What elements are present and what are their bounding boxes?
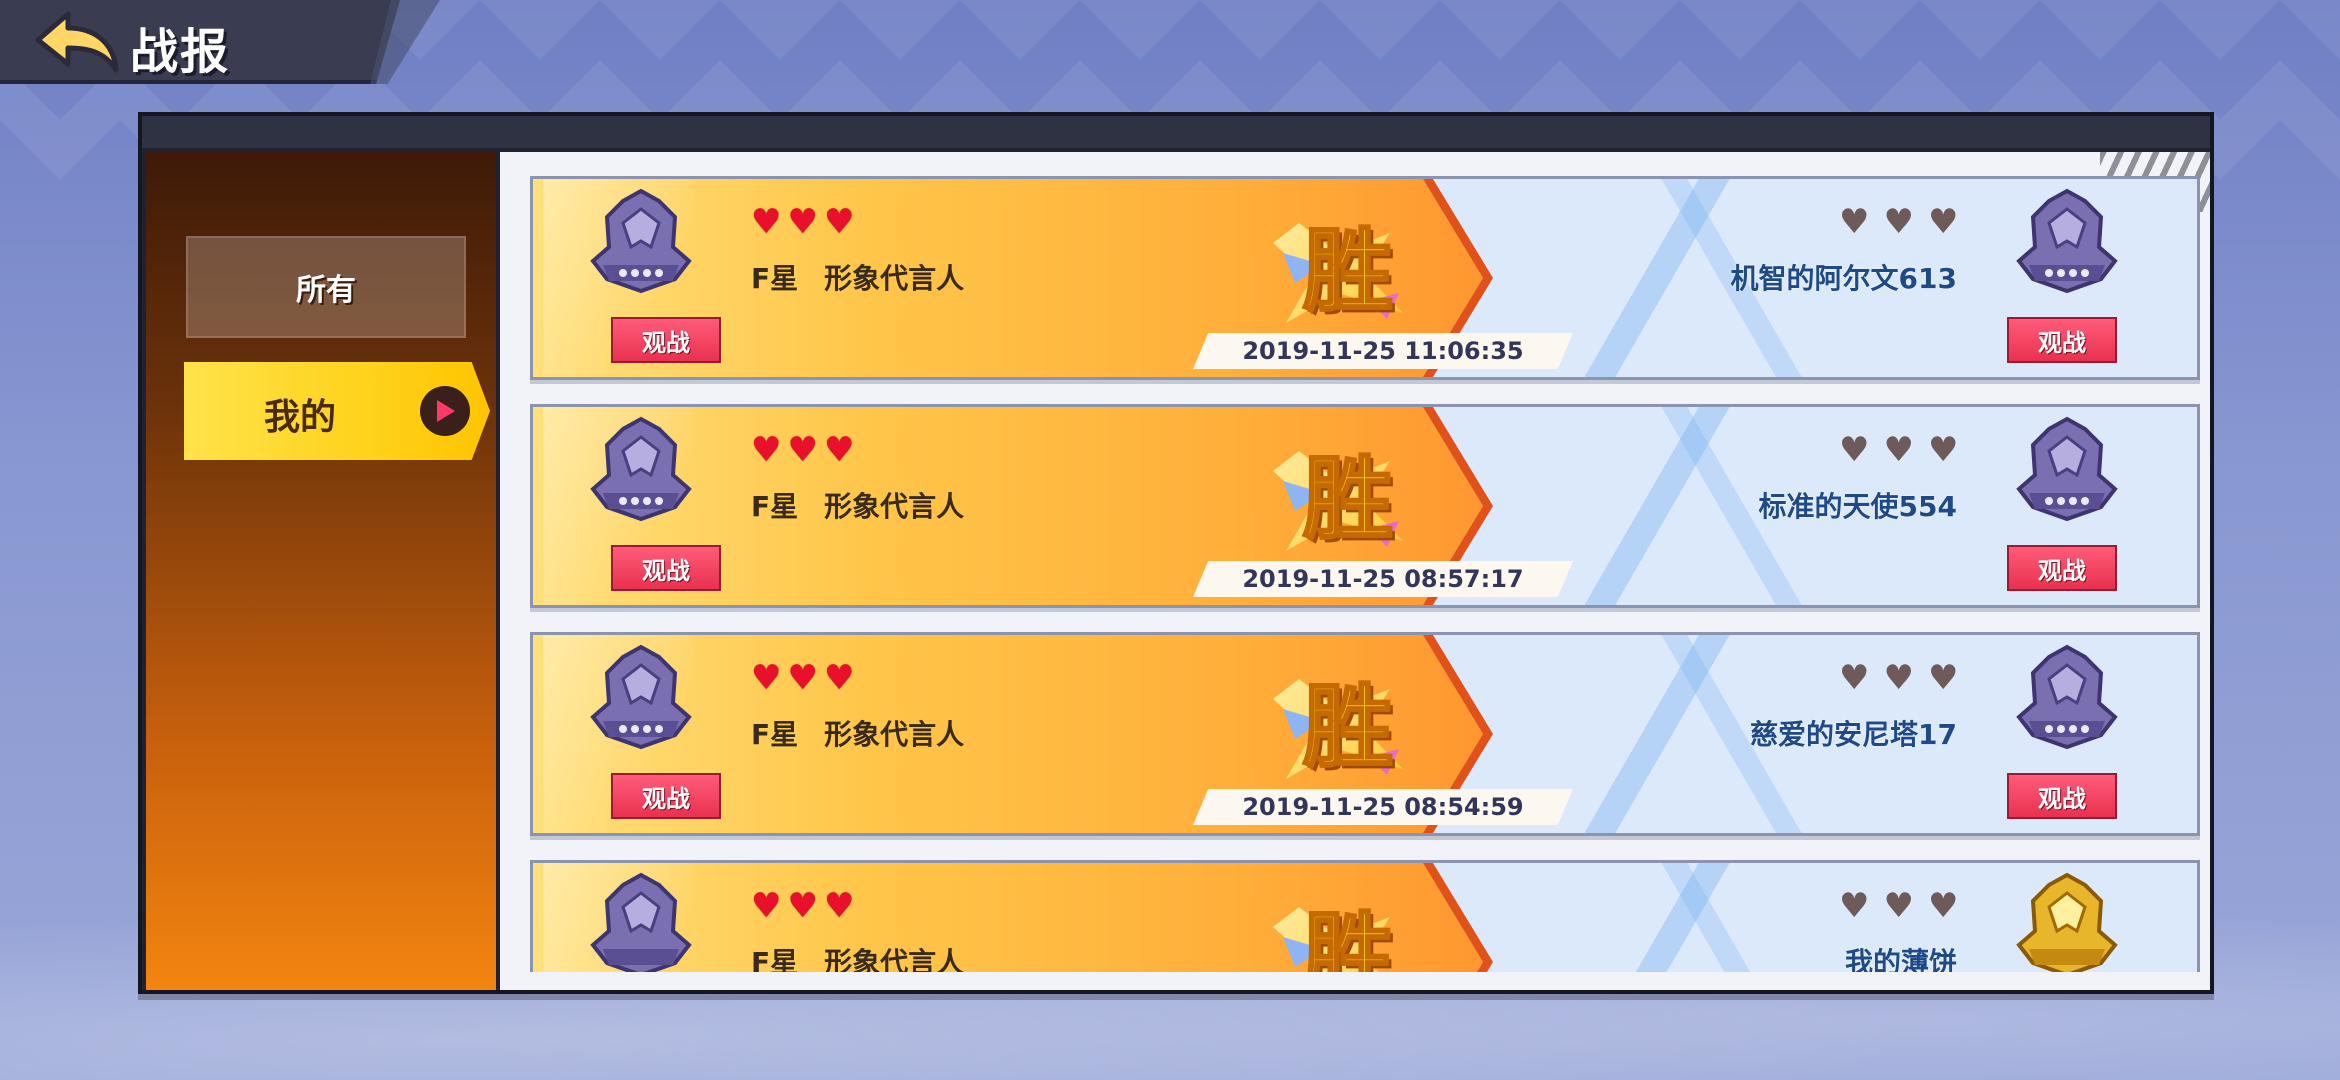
hearts-left: ♥ ♥ ♥ xyxy=(751,433,854,467)
heart-icon: ♥ xyxy=(1927,886,1959,926)
heart-icon: ♥ xyxy=(787,202,818,242)
heart-icon: ♥ xyxy=(1883,202,1914,242)
player-title: 形象代言人 xyxy=(824,262,965,295)
heart-icon: ♥ xyxy=(1883,658,1914,698)
left-player-info: F星 形象代言人 xyxy=(751,257,964,297)
tab-all-label: 所有 xyxy=(296,273,356,308)
heart-icon: ♥ xyxy=(1927,430,1959,470)
result-text: 胜 xyxy=(1302,446,1395,554)
match-datetime: 2019-11-25 08:54:59 xyxy=(1193,789,1573,825)
hearts-right: ♥ ♥ ♥ xyxy=(1839,433,1958,467)
heart-icon: ♥ xyxy=(751,658,782,698)
heart-icon: ♥ xyxy=(751,886,782,926)
panel-top-bar xyxy=(142,116,2210,148)
sidebar: 所有 我的 xyxy=(146,152,496,990)
hearts-left: ♥ ♥ ♥ xyxy=(751,889,854,923)
result-badge: 胜 xyxy=(1273,441,1403,561)
player-title: 形象代言人 xyxy=(824,718,965,751)
heart-icon: ♥ xyxy=(1839,430,1870,470)
heart-icon: ♥ xyxy=(823,658,855,698)
page-title: 战报 xyxy=(130,24,231,80)
watch-button-left[interactable]: 观战 xyxy=(611,773,721,819)
watch-button-label: 观战 xyxy=(2038,328,2086,357)
result-badge: 胜 xyxy=(1273,669,1403,789)
purple-shield-emblem-icon xyxy=(2015,415,2119,525)
opponent-name: 标准的天使554 xyxy=(1758,490,1957,523)
rank-label: F星 xyxy=(751,490,799,523)
rank-label: F星 xyxy=(751,718,799,751)
purple-shield-emblem-icon xyxy=(2015,643,2119,753)
player-title: 形象代言人 xyxy=(824,490,965,523)
record-row: ♥ ♥ ♥ F星 形象代言人 观战 胜 2019-11-25 08:54:59 ♥… xyxy=(530,632,2200,836)
hearts-right: ♥ ♥ ♥ xyxy=(1839,205,1958,239)
watch-button-label: 观战 xyxy=(2038,784,2086,813)
gold-shield-emblem-icon xyxy=(2015,871,2119,981)
result-text: 胜 xyxy=(1302,674,1395,782)
watch-button-left[interactable]: 观战 xyxy=(611,545,721,591)
hearts-right: ♥ ♥ ♥ xyxy=(1839,889,1958,923)
watch-button-label: 观战 xyxy=(642,784,690,813)
heart-icon: ♥ xyxy=(787,886,818,926)
hearts-right: ♥ ♥ ♥ xyxy=(1839,661,1958,695)
heart-icon: ♥ xyxy=(1883,430,1914,470)
hearts-left: ♥ ♥ ♥ xyxy=(751,205,854,239)
heart-icon: ♥ xyxy=(787,430,818,470)
heart-icon: ♥ xyxy=(823,886,855,926)
watch-button-label: 观战 xyxy=(642,556,690,585)
opponent-name: 机智的阿尔文613 xyxy=(1730,262,1957,295)
purple-shield-emblem-icon xyxy=(2015,187,2119,297)
watch-button-left[interactable]: 观战 xyxy=(611,317,721,363)
opponent-name: 慈爱的安尼塔17 xyxy=(1750,718,1957,751)
heart-icon: ♥ xyxy=(1927,658,1959,698)
play-arrow-icon xyxy=(420,386,470,436)
heart-icon: ♥ xyxy=(1883,886,1914,926)
loser-side-shards xyxy=(1493,863,1893,990)
heart-icon: ♥ xyxy=(751,202,782,242)
tab-all[interactable]: 所有 xyxy=(186,236,466,338)
heart-icon: ♥ xyxy=(751,430,782,470)
watch-button-right[interactable]: 观战 xyxy=(2007,317,2117,363)
result-text: 胜 xyxy=(1302,218,1395,326)
purple-shield-emblem-icon xyxy=(589,871,693,981)
match-datetime: 2019-11-25 08:57:17 xyxy=(1193,561,1573,597)
heart-icon: ♥ xyxy=(1839,886,1870,926)
purple-shield-emblem-icon xyxy=(589,643,693,753)
heart-icon: ♥ xyxy=(1839,658,1870,698)
record-row: ♥ ♥ ♥ F星 形象代言人 观战 胜 2019-11-25 08:57:17 ♥… xyxy=(530,404,2200,608)
hearts-left: ♥ ♥ ♥ xyxy=(751,661,854,695)
heart-icon: ♥ xyxy=(823,202,855,242)
watch-button-right[interactable]: 观战 xyxy=(2007,773,2117,819)
heart-icon: ♥ xyxy=(1839,202,1870,242)
watch-button-right[interactable]: 观战 xyxy=(2007,545,2117,591)
tab-mine[interactable]: 我的 xyxy=(184,362,490,460)
tab-mine-label: 我的 xyxy=(264,397,337,438)
purple-shield-emblem-icon xyxy=(589,187,693,297)
match-datetime: 2019-11-25 11:06:35 xyxy=(1193,333,1573,369)
records-list[interactable]: ♥ ♥ ♥ F星 形象代言人 观战 胜 2019-11-25 11:06:35 ♥… xyxy=(500,152,2210,990)
left-player-info: F星 形象代言人 xyxy=(751,713,964,753)
record-row: ♥ ♥ ♥ F星 形象代言人 观战 胜 2019-11-25 11:06:35 ♥… xyxy=(530,176,2200,380)
rank-label: F星 xyxy=(751,262,799,295)
back-arrow-icon[interactable] xyxy=(32,10,124,76)
list-clip-edge xyxy=(500,972,2210,990)
heart-icon: ♥ xyxy=(787,658,818,698)
result-badge: 胜 xyxy=(1273,213,1403,333)
watch-button-label: 观战 xyxy=(642,328,690,357)
watch-button-label: 观战 xyxy=(2038,556,2086,585)
heart-icon: ♥ xyxy=(823,430,855,470)
heart-icon: ♥ xyxy=(1927,202,1959,242)
purple-shield-emblem-icon xyxy=(589,415,693,525)
record-row: ♥ ♥ ♥ F星 形象代言人 胜 ♥ ♥ ♥ 我的薄饼 xyxy=(530,860,2200,990)
battle-report-panel: 所有 我的 ♥ ♥ ♥ F星 形象代言人 观战 胜 2019-11-25 11:… xyxy=(138,112,2214,994)
left-player-info: F星 形象代言人 xyxy=(751,485,964,525)
